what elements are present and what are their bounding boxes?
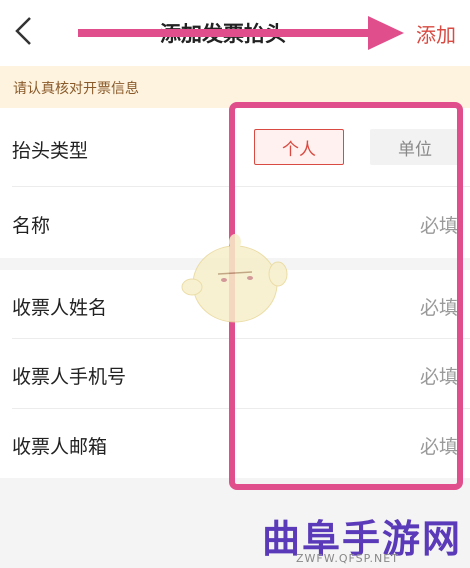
name-label: 名称: [12, 215, 51, 237]
mascot-watermark-icon: [181, 234, 288, 323]
back-arrow-icon[interactable]: [12, 14, 36, 48]
notice-text: 请认真核对开票信息: [13, 81, 139, 97]
watermark-url: ZWFW.QFSP.NET: [296, 552, 399, 565]
add-button[interactable]: 添加: [416, 19, 456, 48]
recipient-name-label: 收票人姓名: [12, 297, 108, 319]
recipient-email-label: 收票人邮箱: [12, 436, 108, 458]
title-type-label: 抬头类型: [12, 140, 89, 162]
recipient-phone-label: 收票人手机号: [12, 366, 127, 388]
annotation-arrow-icon: [78, 16, 404, 50]
